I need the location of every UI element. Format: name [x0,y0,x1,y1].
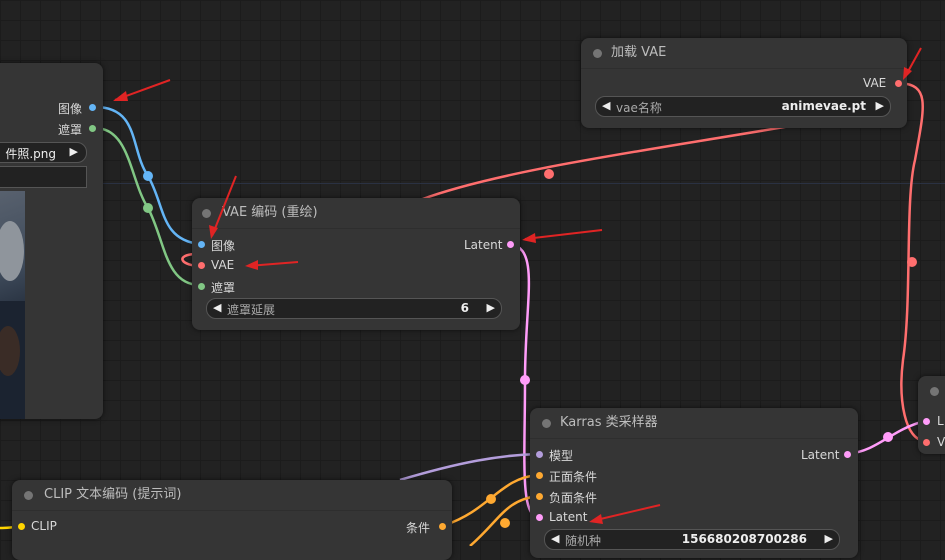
annotation-arrow-icon [245,260,258,270]
annotation-arrow-icon [113,91,128,101]
annotation-arrow-icon [522,233,536,243]
annotation-arrows [113,47,922,524]
annotation-arrow-icon [589,514,603,524]
annotation-arrow-icon [903,67,912,80]
annotation-arrow-icon [209,225,218,239]
